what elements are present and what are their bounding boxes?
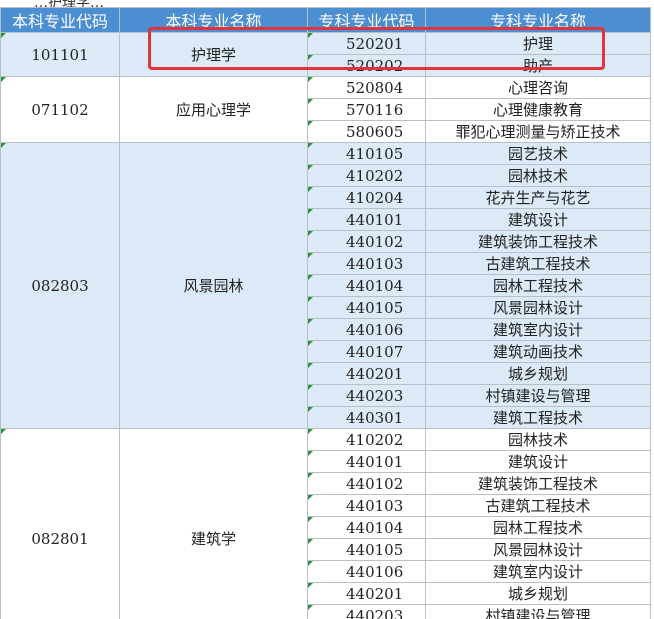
table-row: 071102 应用心理学 520804 心理咨询: [0, 76, 651, 143]
undergrad-code-cell[interactable]: 071102: [0, 76, 120, 143]
college-code-cell[interactable]: 440101: [307, 208, 426, 231]
college-code-cell[interactable]: 440106: [307, 318, 426, 341]
college-code-cell[interactable]: 520202: [307, 54, 426, 77]
college-name-cell[interactable]: 建筑设计: [425, 208, 651, 231]
college-code-cell[interactable]: 440105: [307, 296, 426, 319]
college-code-cell[interactable]: 440107: [307, 340, 426, 363]
college-code-cell[interactable]: 410202: [307, 428, 426, 451]
college-code-cell[interactable]: 440104: [307, 516, 426, 539]
college-code-cell[interactable]: 570116: [307, 98, 426, 121]
college-code-cell[interactable]: 440105: [307, 538, 426, 561]
undergrad-code-cell[interactable]: 082803: [0, 142, 120, 429]
college-name-cell[interactable]: 古建筑工程技术: [425, 252, 651, 275]
undergrad-name-cell[interactable]: 风景园林: [119, 142, 308, 429]
college-code-cell[interactable]: 440203: [307, 604, 426, 619]
spreadsheet-view: …护理学… 本科专业代码 本科专业名称 专科专业代码 专科专业名称 101101…: [0, 0, 654, 619]
table-row: 082801 建筑学 410202 园林技术: [0, 428, 651, 619]
college-name-cell[interactable]: 城乡规划: [425, 582, 651, 605]
college-name-cell[interactable]: 园林技术: [425, 428, 651, 451]
undergrad-name-cell[interactable]: 应用心理学: [119, 76, 308, 143]
college-name-cell[interactable]: 建筑动画技术: [425, 340, 651, 363]
college-code-cell[interactable]: 410105: [307, 142, 426, 165]
college-name-cell[interactable]: 花卉生产与花艺: [425, 186, 651, 209]
college-name-cell[interactable]: 助产: [425, 54, 651, 77]
college-name-cell[interactable]: 罪犯心理测量与矫正技术: [425, 120, 651, 143]
undergrad-name-cell[interactable]: 护理学: [119, 32, 308, 77]
college-code-cell[interactable]: 440203: [307, 384, 426, 407]
college-code-cell[interactable]: 440102: [307, 472, 426, 495]
college-code-cell[interactable]: 440106: [307, 560, 426, 583]
header-undergrad-code[interactable]: 本科专业代码: [0, 7, 120, 33]
college-name-cell[interactable]: 建筑室内设计: [425, 318, 651, 341]
undergrad-name-cell[interactable]: 建筑学: [119, 428, 308, 619]
college-name-cell[interactable]: 建筑设计: [425, 450, 651, 473]
college-code-cell[interactable]: 410202: [307, 164, 426, 187]
college-name-cell[interactable]: 村镇建设与管理: [425, 384, 651, 407]
college-name-cell[interactable]: 园艺技术: [425, 142, 651, 165]
college-name-cell[interactable]: 建筑装饰工程技术: [425, 230, 651, 253]
major-mapping-table: 本科专业代码 本科专业名称 专科专业代码 专科专业名称 101101 护理学 520…: [0, 7, 651, 619]
college-name-cell[interactable]: 风景园林设计: [425, 296, 651, 319]
college-name-cell[interactable]: 园林技术: [425, 164, 651, 187]
college-name-cell[interactable]: 村镇建设与管理: [425, 604, 651, 619]
college-name-cell[interactable]: 古建筑工程技术: [425, 494, 651, 517]
college-name-cell[interactable]: 风景园林设计: [425, 538, 651, 561]
table-row: 082803 风景园林 410105 园艺技术: [0, 142, 651, 429]
college-name-cell[interactable]: 建筑室内设计: [425, 560, 651, 583]
college-name-cell[interactable]: 心理咨询: [425, 76, 651, 99]
college-code-cell[interactable]: 440103: [307, 494, 426, 517]
undergrad-code-cell[interactable]: 082801: [0, 428, 120, 619]
table-row: 101101 护理学 520201 护理: [0, 32, 651, 77]
table-body: 101101 护理学 520201 护理 520202 助产 071102 应用心理学 5208…: [0, 32, 651, 619]
college-code-cell[interactable]: 440103: [307, 252, 426, 275]
college-name-cell[interactable]: 建筑装饰工程技术: [425, 472, 651, 495]
college-code-cell[interactable]: 520201: [307, 32, 426, 55]
college-name-cell[interactable]: 建筑工程技术: [425, 406, 651, 429]
college-code-cell[interactable]: 440102: [307, 230, 426, 253]
header-college-code[interactable]: 专科专业代码: [307, 7, 426, 33]
college-code-cell[interactable]: 440301: [307, 406, 426, 429]
college-code-cell[interactable]: 440201: [307, 582, 426, 605]
college-name-cell[interactable]: 城乡规划: [425, 362, 651, 385]
table-header-row: 本科专业代码 本科专业名称 专科专业代码 专科专业名称: [0, 7, 651, 33]
college-code-cell[interactable]: 440101: [307, 450, 426, 473]
college-name-cell[interactable]: 园林工程技术: [425, 274, 651, 297]
header-undergrad-name[interactable]: 本科专业名称: [119, 7, 308, 33]
college-name-cell[interactable]: 心理健康教育: [425, 98, 651, 121]
college-code-cell[interactable]: 580605: [307, 120, 426, 143]
undergrad-code-cell[interactable]: 101101: [0, 32, 120, 77]
college-code-cell[interactable]: 440201: [307, 362, 426, 385]
college-code-cell[interactable]: 410204: [307, 186, 426, 209]
college-code-cell[interactable]: 520804: [307, 76, 426, 99]
college-code-cell[interactable]: 440104: [307, 274, 426, 297]
college-name-cell[interactable]: 护理: [425, 32, 651, 55]
header-college-name[interactable]: 专科专业名称: [425, 7, 651, 33]
college-name-cell[interactable]: 园林工程技术: [425, 516, 651, 539]
